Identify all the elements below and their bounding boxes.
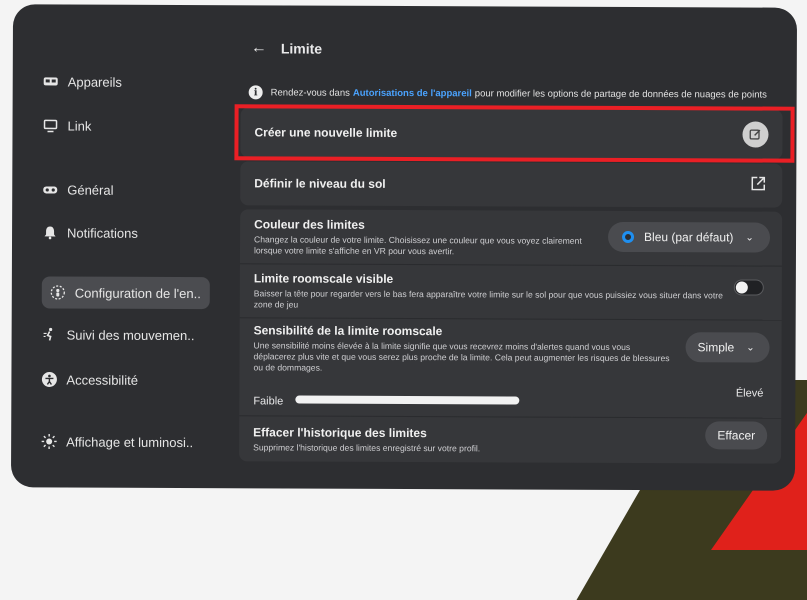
boundary-color-dropdown[interactable]: Bleu (par défaut) ⌄ (608, 222, 770, 253)
boundary-color-value: Bleu (par défaut) (644, 230, 733, 244)
boundary-settings-icon (50, 284, 66, 300)
roomscale-visible-row: Limite roomscale visible Baisser la tête… (240, 271, 782, 313)
vr-goggles-icon (42, 181, 58, 197)
clear-history-row: Effacer l'historique des limites Supprim… (239, 425, 781, 461)
device-permissions-link[interactable]: Autorisations de l'appareil (353, 87, 472, 99)
divider (240, 263, 782, 266)
sidebar-item-motion-tracking[interactable]: Suivi des mouvemen.. (42, 319, 195, 350)
sidebar-item-accessibility[interactable]: Accessibilité (41, 364, 138, 394)
sidebar-item-label: Link (67, 118, 91, 133)
sensitivity-value: Simple (698, 340, 735, 354)
sidebar-item-link[interactable]: Link (42, 110, 91, 140)
motion-tracking-icon (42, 326, 58, 342)
color-swatch-icon (622, 231, 634, 243)
page-header: ← Limite (251, 39, 322, 57)
floor-level-label: Définir le niveau du sol (254, 176, 385, 191)
sidebar-item-display-brightness[interactable]: Affichage et luminosi.. (41, 426, 193, 457)
sensitivity-slider[interactable] (295, 396, 519, 405)
sensitivity-dropdown[interactable]: Simple ⌄ (686, 332, 770, 362)
sidebar-item-label: Configuration de l'en.. (75, 285, 201, 301)
sidebar-item-label: Suivi des mouvemen.. (67, 327, 195, 343)
roomscale-visible-toggle[interactable] (734, 279, 764, 295)
link-cast-icon (42, 117, 58, 133)
sidebar-item-general[interactable]: Général (42, 174, 113, 204)
headset-device-icon (43, 73, 59, 89)
accessibility-icon (41, 371, 57, 387)
page-title: Limite (281, 40, 322, 56)
arrow-left-icon[interactable]: ← (251, 39, 267, 57)
sidebar-item-boundary-configuration[interactable]: Configuration de l'en.. (42, 276, 210, 309)
chevron-down-icon: ⌄ (745, 232, 753, 243)
sensitivity-description: Une sensibilité moins élevée à la limite… (253, 340, 673, 375)
info-text-suffix: pour modifier les options de partage de … (475, 88, 767, 100)
sidebar-item-notifications[interactable]: Notifications (42, 217, 138, 247)
info-text-prefix: Rendez-vous dans (271, 87, 350, 98)
roomscale-visible-title: Limite roomscale visible (254, 271, 768, 287)
sidebar-item-label: Général (67, 182, 113, 197)
open-external-icon[interactable] (750, 176, 766, 192)
sidebar: Appareils Link Général Notifications Con… (11, 4, 223, 488)
sidebar-item-label: Accessibilité (66, 372, 138, 387)
bell-icon (42, 224, 58, 240)
annotation-highlight-box (234, 104, 794, 162)
boundary-color-description: Changez la couleur de votre limite. Choi… (254, 234, 594, 257)
sidebar-item-label: Notifications (67, 225, 138, 240)
settings-window: Appareils Link Général Notifications Con… (11, 4, 797, 490)
divider (240, 317, 782, 320)
sidebar-item-appareils[interactable]: Appareils (43, 66, 122, 96)
slider-min-label: Faible (253, 395, 283, 407)
toggle-knob (736, 281, 748, 293)
clear-history-button[interactable]: Effacer (705, 421, 767, 449)
roomscale-visible-description: Baisser la tête pour regarder vers le ba… (254, 288, 724, 312)
floor-level-card[interactable]: Définir le niveau du sol (240, 161, 782, 207)
clear-history-description: Supprimez l'historique des limites enreg… (253, 442, 633, 455)
clear-history-title: Effacer l'historique des limites (253, 425, 767, 441)
sidebar-item-label: Appareils (68, 74, 122, 89)
divider (239, 415, 781, 418)
info-icon: i (249, 85, 263, 99)
floor-level-row[interactable]: Définir le niveau du sol (240, 161, 782, 207)
chevron-down-icon: ⌄ (746, 342, 754, 353)
slider-max-label: Élevé (736, 387, 764, 399)
boundary-settings-group: Couleur des limites Changez la couleur d… (239, 209, 782, 463)
sun-brightness-icon (41, 433, 57, 449)
info-banner: i Rendez-vous dans Autorisations de l'ap… (249, 85, 789, 101)
sidebar-item-label: Affichage et luminosi.. (66, 434, 193, 450)
